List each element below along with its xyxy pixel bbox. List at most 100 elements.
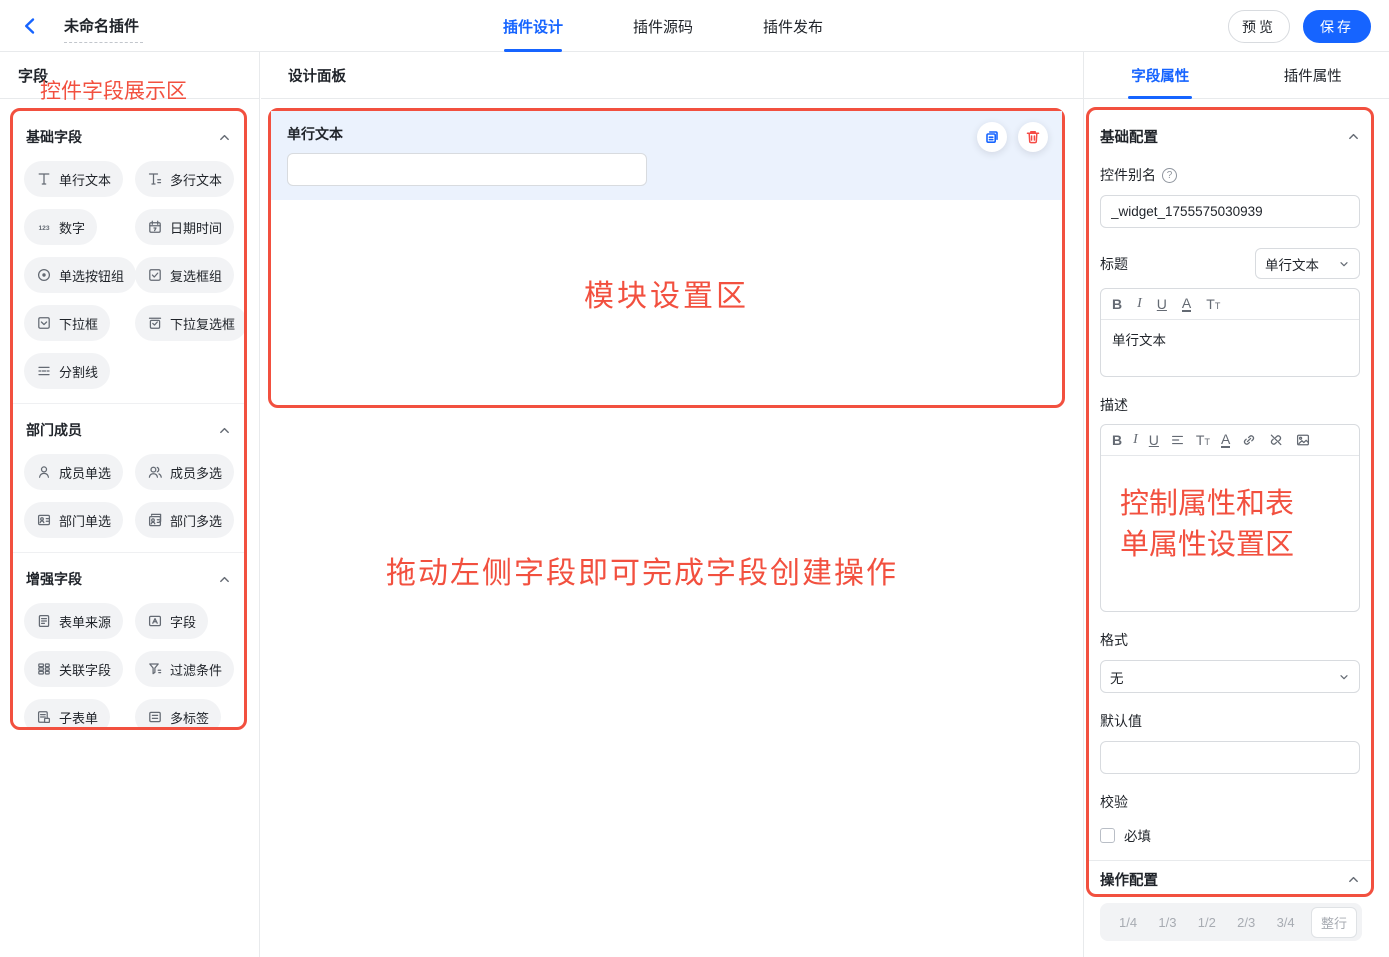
layout-option-整行[interactable]: 整行 xyxy=(1311,907,1357,938)
collapse-section-button[interactable] xyxy=(217,572,231,586)
italic-icon[interactable]: I xyxy=(1137,296,1142,312)
collapse-basic-config-button[interactable] xyxy=(1346,130,1360,144)
fields-sidebar-header: 字段 xyxy=(0,52,259,99)
topbar-tab-2[interactable]: 插件发布 xyxy=(763,0,823,52)
link-icon[interactable] xyxy=(1241,432,1257,448)
datetime-icon xyxy=(147,219,163,235)
topbar-tab-0[interactable]: 插件设计 xyxy=(503,0,563,52)
field-item[interactable]: 多标签 xyxy=(135,699,221,730)
widget-text-input[interactable] xyxy=(287,153,647,186)
action-config-title: 操作配置 xyxy=(1100,869,1158,890)
widget-actions xyxy=(977,122,1048,152)
alias-help-icon[interactable]: ? xyxy=(1162,168,1177,183)
required-checkbox[interactable] xyxy=(1100,828,1115,843)
default-value-label: 默认值 xyxy=(1100,711,1142,731)
multi-line-text-icon xyxy=(147,171,163,187)
unlink-icon[interactable] xyxy=(1268,432,1284,448)
trash-icon xyxy=(1025,129,1041,145)
layout-option-1-3[interactable]: 1/3 xyxy=(1153,915,1181,930)
collapse-section-button[interactable] xyxy=(217,423,231,437)
underline-icon[interactable]: U xyxy=(1149,432,1159,448)
member-single-icon xyxy=(36,464,52,480)
field-item[interactable]: 复选框组 xyxy=(135,257,234,293)
bold-icon[interactable]: B xyxy=(1112,296,1122,312)
format-select[interactable]: 无 xyxy=(1100,660,1360,693)
desc-editor-toolbar: BIU TT A xyxy=(1101,425,1359,456)
desc-label: 描述 xyxy=(1100,395,1128,415)
default-value-input[interactable] xyxy=(1100,741,1360,774)
plugin-title[interactable]: 未命名插件 xyxy=(64,15,143,43)
inspector-tab-1[interactable]: 插件属性 xyxy=(1237,52,1389,99)
field-item[interactable]: 部门多选 xyxy=(135,502,234,538)
layout-option-1-4[interactable]: 1/4 xyxy=(1114,915,1142,930)
field-item-label: 复选框组 xyxy=(170,266,222,285)
collapse-section-button[interactable] xyxy=(217,130,231,144)
section-divider xyxy=(1089,860,1371,861)
field-item[interactable]: 子表单 xyxy=(24,699,110,730)
title-editor-toolbar: BIUA TT xyxy=(1101,289,1359,320)
field-item[interactable]: 关联字段 xyxy=(24,651,123,687)
layout-option-2-3[interactable]: 2/3 xyxy=(1232,915,1260,930)
layout-option-3-4[interactable]: 3/4 xyxy=(1272,915,1300,930)
italic-icon[interactable]: I xyxy=(1133,432,1138,448)
dept-single-icon xyxy=(36,512,52,528)
save-button[interactable]: 保存 xyxy=(1303,10,1371,43)
annotation-module-area: 模块设置区 xyxy=(271,271,1062,315)
selected-widget[interactable]: 单行文本 xyxy=(271,111,1062,200)
inspector-panel: 字段属性插件属性 基础配置 控件别名 ? 标题 单行文本 xyxy=(1083,52,1389,957)
field-item-label: 下拉复选框 xyxy=(170,314,235,333)
field-item[interactable]: 下拉复选框 xyxy=(135,305,247,341)
field-item[interactable]: 成员单选 xyxy=(24,454,123,490)
desc-label-row: 描述 xyxy=(1100,395,1360,415)
delete-widget-button[interactable] xyxy=(1018,122,1048,152)
preview-button[interactable]: 预览 xyxy=(1228,10,1290,43)
font-color-icon[interactable]: A xyxy=(1221,433,1230,448)
font-size-icon[interactable]: TT xyxy=(1196,432,1210,448)
field-item[interactable]: 多行文本 xyxy=(135,161,234,197)
back-button[interactable] xyxy=(18,14,42,38)
field-item[interactable]: 单行文本 xyxy=(24,161,123,197)
desc-editor-content[interactable]: 控制属性和表单属性设置区 xyxy=(1101,456,1359,611)
radio-group-icon xyxy=(36,267,52,283)
field-item[interactable]: 部门单选 xyxy=(24,502,123,538)
sidebar-section: 部门成员成员单选成员多选部门单选部门多选 xyxy=(13,403,244,552)
field-item[interactable]: 表单来源 xyxy=(24,603,123,639)
title-editor-content[interactable]: 单行文本 xyxy=(1101,320,1359,376)
sidebar-section: 增强字段表单来源字段关联字段过滤条件子表单多标签 xyxy=(13,552,244,730)
field-item-label: 数字 xyxy=(59,218,85,237)
layout-options: 1/4 1/3 1/2 2/3 3/4 整行 xyxy=(1100,903,1362,941)
bold-icon[interactable]: B xyxy=(1112,432,1122,448)
title-type-select[interactable]: 单行文本 xyxy=(1255,248,1360,279)
title-label: 标题 xyxy=(1100,254,1128,274)
field-item[interactable]: 过滤条件 xyxy=(135,651,234,687)
field-item[interactable]: 123数字 xyxy=(24,209,97,245)
format-value: 无 xyxy=(1110,667,1124,687)
field-item[interactable]: 字段 xyxy=(135,603,208,639)
copy-widget-button[interactable] xyxy=(977,122,1007,152)
field-item[interactable]: 成员多选 xyxy=(135,454,234,490)
image-icon[interactable] xyxy=(1295,432,1311,448)
field-item-label: 单行文本 xyxy=(59,170,111,189)
font-size-icon[interactable]: TT xyxy=(1206,296,1220,312)
field-item[interactable]: 下拉框 xyxy=(24,305,110,341)
field-item[interactable]: 日期时间 xyxy=(135,209,234,245)
underline-icon[interactable]: U xyxy=(1157,296,1167,312)
sidebar-section-title: 基础字段 xyxy=(26,127,82,147)
field-item[interactable]: 分割线 xyxy=(24,353,110,389)
field-item[interactable]: 单选按钮组 xyxy=(24,257,136,293)
widget-title: 单行文本 xyxy=(287,124,1046,144)
layout-option-1-2[interactable]: 1/2 xyxy=(1193,915,1221,930)
align-left-icon[interactable] xyxy=(1170,432,1185,448)
font-color-icon[interactable]: A xyxy=(1182,297,1191,312)
topbar-tab-1[interactable]: 插件源码 xyxy=(633,0,693,52)
dropdown-icon xyxy=(36,315,52,331)
collapse-action-config-button[interactable] xyxy=(1346,873,1360,887)
title-rich-editor: BIUA TT 单行文本 xyxy=(1100,288,1360,377)
alias-input[interactable] xyxy=(1100,195,1360,228)
field-item-label: 多标签 xyxy=(170,708,209,727)
field-item-label: 分割线 xyxy=(59,362,98,381)
chevron-left-icon xyxy=(20,16,40,36)
validation-label-row: 校验 xyxy=(1100,792,1360,812)
inspector-tab-0[interactable]: 字段属性 xyxy=(1084,52,1237,99)
subform-icon xyxy=(36,709,52,725)
